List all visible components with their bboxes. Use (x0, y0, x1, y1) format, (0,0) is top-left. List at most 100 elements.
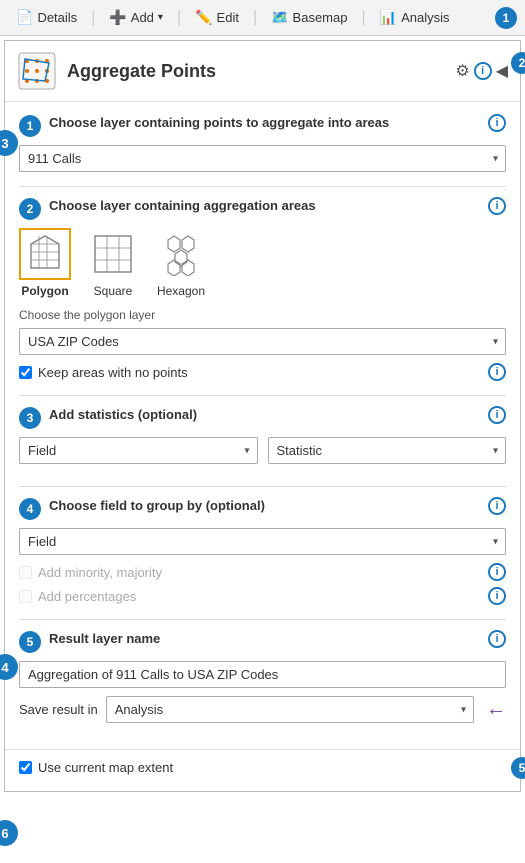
section-1-info[interactable]: i (488, 114, 506, 132)
keep-areas-info[interactable]: i (488, 363, 506, 381)
minority-majority-row: Add minority, majority i (19, 563, 506, 581)
result-layer-name-input[interactable] (19, 661, 506, 688)
save-result-arrow-icon: ← (486, 698, 506, 721)
section-2-header: 2 Choose layer containing aggregation ar… (19, 197, 506, 220)
aggregate-points-icon (17, 51, 57, 91)
save-result-label: Save result in (19, 702, 98, 717)
keep-areas-label[interactable]: Keep areas with no points (38, 365, 188, 380)
section-5-header: 5 Result layer name i (19, 630, 506, 653)
toolbar-add[interactable]: ➕ Add ▾ (101, 6, 171, 29)
divider-1 (19, 186, 506, 187)
section-2: 2 Choose layer containing aggregation ar… (19, 197, 506, 381)
toolbar-basemap[interactable]: 🗺️ Basemap (263, 6, 355, 29)
percentages-checkbox[interactable] (19, 590, 32, 603)
save-result-row: Save result in Analysis ▾ ← (19, 696, 506, 723)
minority-majority-info[interactable]: i (488, 563, 506, 581)
panel-content: 1 Choose layer containing points to aggr… (5, 102, 520, 749)
outer-badge-2-circle: 2 (511, 52, 525, 74)
map-extent-row: Use current map extent (19, 760, 506, 775)
section-4-header: 4 Choose field to group by (optional) i (19, 497, 506, 520)
shape-square[interactable]: Square (87, 228, 139, 298)
section-3-dropdowns: Field ▾ Statistic ▾ (19, 437, 506, 472)
separator-2: | (175, 9, 183, 27)
section-4: 4 Choose field to group by (optional) i … (19, 497, 506, 605)
field-dropdown-wrap: Field ▾ (19, 437, 258, 464)
basemap-icon: 🗺️ (271, 9, 288, 26)
field-dropdown[interactable]: Field (19, 437, 258, 464)
section-2-info[interactable]: i (488, 197, 506, 215)
section-3: 3 Add statistics (optional) i Field ▾ St… (19, 406, 506, 472)
panel-back-icon[interactable]: ◀ (496, 61, 508, 81)
square-icon-wrap (87, 228, 139, 280)
toolbar-badge: 1 (495, 7, 517, 29)
settings-icon[interactable]: ⚙ (455, 61, 469, 81)
statistic-dropdown-wrap: Statistic ▾ (268, 437, 507, 464)
percentages-row: Add percentages i (19, 587, 506, 605)
toolbar-details[interactable]: 📄 Details (8, 6, 85, 29)
divider-2 (19, 395, 506, 396)
toolbar-edit[interactable]: ✏️ Edit (187, 6, 247, 29)
section-1-title: Choose layer containing points to aggreg… (49, 114, 506, 132)
panel-info-icon[interactable]: i (474, 62, 492, 80)
minority-majority-checkbox[interactable] (19, 566, 32, 579)
toolbar-badge-wrap: 1 (495, 7, 517, 29)
hexagon-icon-wrap (155, 228, 207, 280)
section-5-title: Result layer name (49, 630, 506, 648)
polygon-icon-wrap (19, 228, 71, 280)
section-2-dropdown-wrap: USA ZIP Codes ▾ (19, 328, 506, 355)
map-extent-checkbox[interactable] (19, 761, 32, 774)
panel-header: Aggregate Points ⚙ i ◀ (5, 41, 520, 102)
separator-4: | (359, 9, 367, 27)
step-badge-3: 3 (19, 407, 41, 429)
section-1: 1 Choose layer containing points to aggr… (19, 114, 506, 172)
step-badge-2: 2 (19, 198, 41, 220)
minority-majority-label[interactable]: Add minority, majority (38, 565, 162, 580)
section-3-title: Add statistics (optional) (49, 406, 506, 424)
section-3-header: 3 Add statistics (optional) i (19, 406, 506, 429)
section-2-title: Choose layer containing aggregation area… (49, 197, 506, 215)
percentages-label[interactable]: Add percentages (38, 589, 136, 604)
statistic-dropdown[interactable]: Statistic (268, 437, 507, 464)
map-extent-label[interactable]: Use current map extent (38, 760, 173, 775)
keep-areas-row: Keep areas with no points i (19, 363, 506, 381)
step-badge-1: 1 (19, 115, 41, 137)
section-3-info[interactable]: i (488, 406, 506, 424)
step-badge-5: 5 (19, 631, 41, 653)
section-4-info[interactable]: i (488, 497, 506, 515)
add-dropdown-arrow: ▾ (158, 12, 163, 23)
section-1-header: 1 Choose layer containing points to aggr… (19, 114, 506, 137)
bottom-bar: Use current map extent (5, 749, 520, 791)
group-field-dropdown[interactable]: Field (19, 528, 506, 555)
section-5: 5 Result layer name i Save result in Ana… (19, 630, 506, 723)
group-field-dropdown-wrap: Field ▾ (19, 528, 506, 555)
section-4-title: Choose field to group by (optional) (49, 497, 506, 515)
outer-badge-2: 2 (511, 52, 525, 74)
section-1-dropdown-wrap: 911 Calls ▾ (19, 145, 506, 172)
section-2-dropdown[interactable]: USA ZIP Codes (19, 328, 506, 355)
polygon-svg (23, 232, 67, 276)
save-result-dropdown[interactable]: Analysis (106, 696, 474, 723)
outer-badge-5: 5 (511, 757, 525, 779)
panel-title: Aggregate Points (67, 61, 455, 82)
outer-badge-5-circle: 5 (511, 757, 525, 779)
hexagon-label: Hexagon (157, 284, 205, 298)
shape-options: Polygon Square (19, 228, 506, 298)
toolbar: 📄 Details | ➕ Add ▾ | ✏️ Edit | 🗺️ Basem… (0, 0, 525, 36)
details-icon: 📄 (16, 9, 33, 26)
analysis-icon: 📊 (380, 9, 397, 26)
percentages-info[interactable]: i (488, 587, 506, 605)
keep-areas-checkbox[interactable] (19, 366, 32, 379)
separator-3: | (251, 9, 259, 27)
square-label: Square (94, 284, 133, 298)
shape-polygon[interactable]: Polygon (19, 228, 71, 298)
shape-hexagon[interactable]: Hexagon (155, 228, 207, 298)
toolbar-analysis[interactable]: 📊 Analysis (372, 6, 458, 29)
panel-header-actions: ⚙ i ◀ (455, 61, 508, 81)
divider-3 (19, 486, 506, 487)
section-5-info[interactable]: i (488, 630, 506, 648)
analysis-panel: Aggregate Points ⚙ i ◀ 1 Choose layer co… (4, 40, 521, 792)
section-1-dropdown[interactable]: 911 Calls (19, 145, 506, 172)
save-result-dropdown-wrap: Analysis ▾ (106, 696, 474, 723)
hexagon-svg (159, 232, 203, 276)
edit-icon: ✏️ (195, 9, 212, 26)
